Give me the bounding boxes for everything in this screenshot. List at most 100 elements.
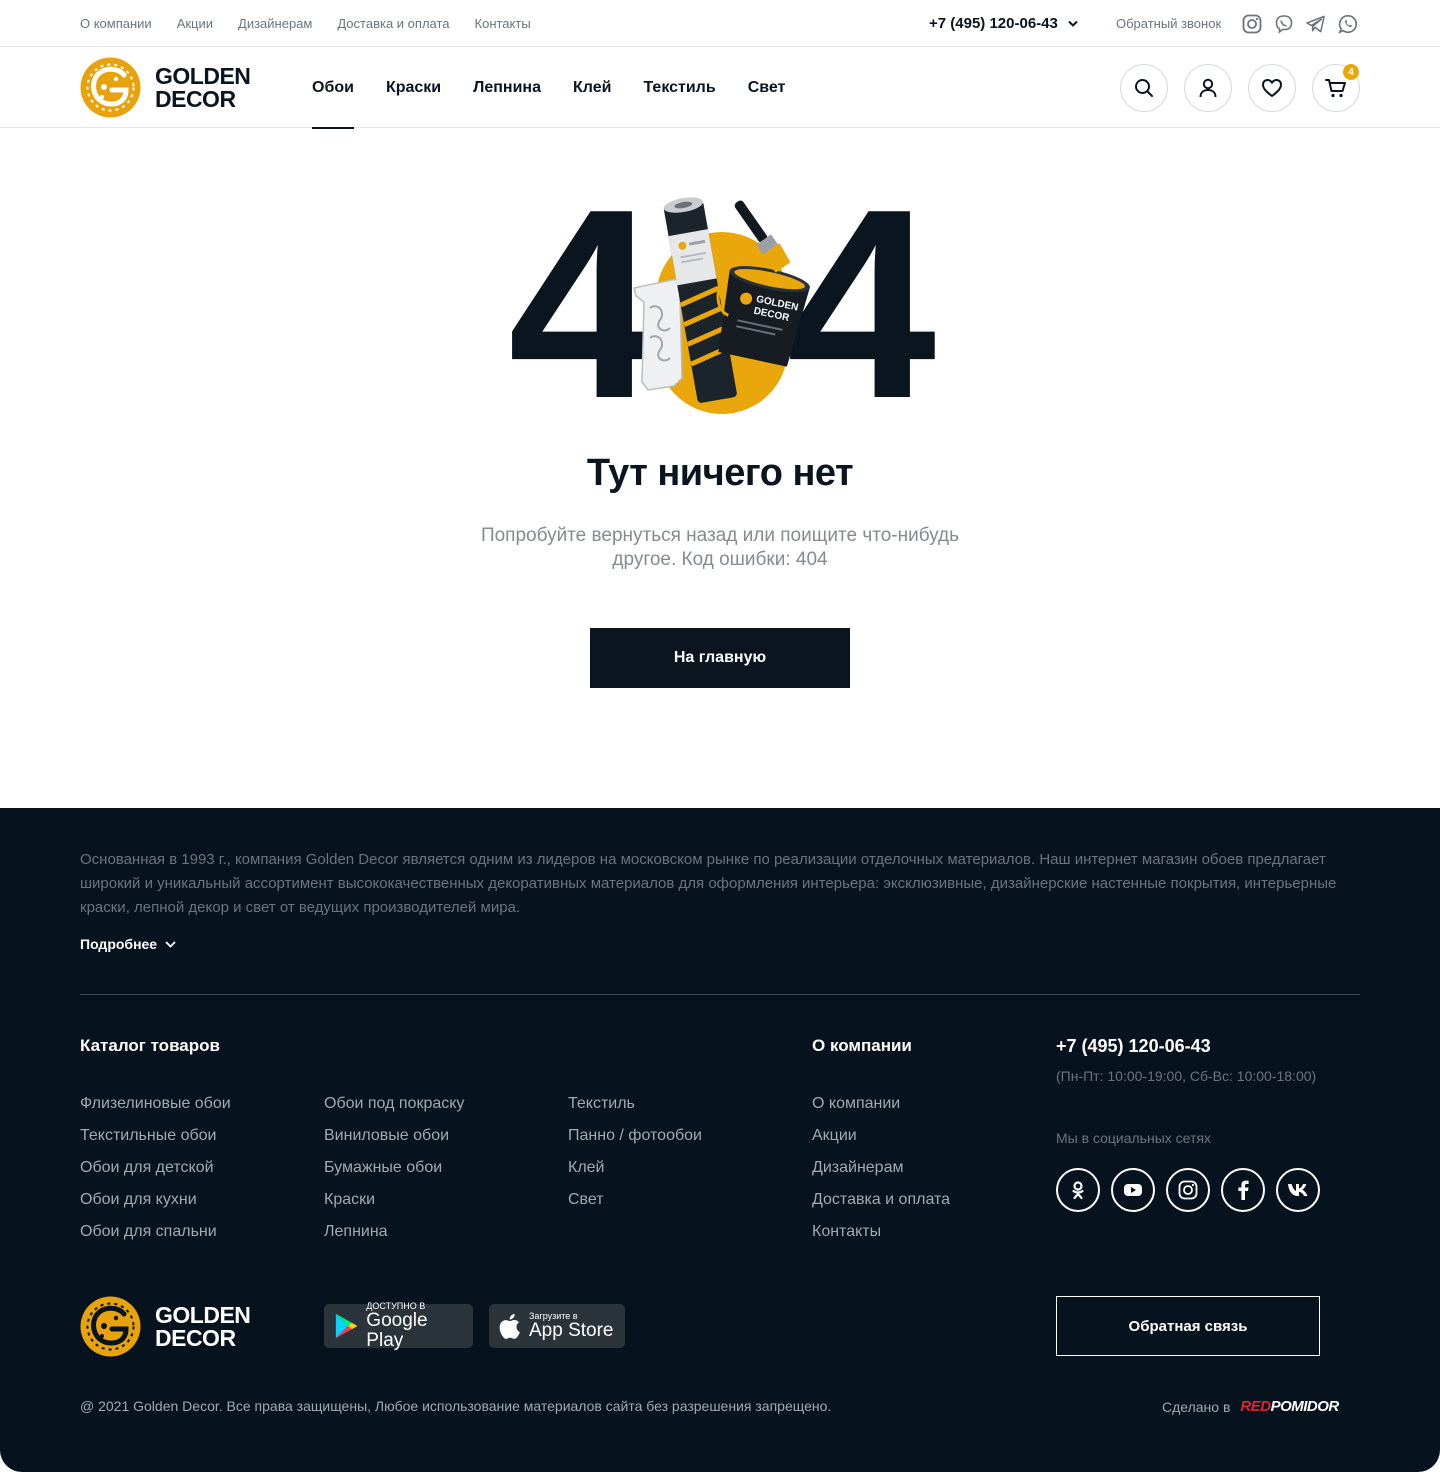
apple-icon (499, 1313, 520, 1339)
made-by-label: Сделано в (1162, 1398, 1231, 1415)
logo-text-golden: GOLDEN (155, 62, 251, 89)
nav-light[interactable]: Свет (748, 48, 786, 128)
logo-text: GOLDEN DECOR (155, 62, 251, 112)
footer-link[interactable]: Флизелиновые обои (80, 1088, 231, 1120)
top-nav: О компании Акции Дизайнерам Доставка и о… (80, 0, 556, 47)
logo-text-golden: GOLDEN (155, 1301, 251, 1328)
app-store-text: Загрузите в App Store (529, 1311, 614, 1341)
user-icon (1199, 78, 1217, 98)
footer-link[interactable]: Обои под покраску (324, 1088, 464, 1120)
footer-link[interactable]: Текстильные обои (80, 1120, 231, 1152)
footer-link[interactable]: Обои для детской (80, 1152, 231, 1184)
chevron-down-icon (165, 940, 176, 948)
nav-paints[interactable]: Краски (386, 48, 441, 128)
nav-moldings[interactable]: Лепнина (473, 48, 541, 128)
top-nav-contacts[interactable]: Контакты (475, 16, 531, 31)
red-pomidor-white: POMIDOR (1270, 1398, 1340, 1415)
company-description: Основанная в 1993 г., компания Golden De… (80, 851, 1337, 916)
callback-link[interactable]: Обратный звонок (1116, 0, 1221, 47)
footer-link[interactable]: Краски (324, 1184, 464, 1216)
top-bar: О компании Акции Дизайнерам Доставка и о… (0, 0, 1440, 47)
nav-glue[interactable]: Клей (573, 48, 611, 128)
facebook-icon[interactable] (1221, 1168, 1265, 1212)
social-label: Мы в социальных сетях (1056, 1130, 1211, 1146)
viber-icon[interactable] (1273, 13, 1294, 34)
top-nav-promos[interactable]: Акции (177, 16, 213, 31)
error-title: Тут ничего нет (586, 452, 854, 494)
cart-count-badge: 4 (1343, 64, 1359, 80)
catalog-column-2: Обои под покраску Виниловые обои Бумажны… (324, 1088, 464, 1248)
heart-icon (1262, 79, 1282, 97)
footer-link[interactable]: Свет (568, 1184, 702, 1216)
footer-divider (80, 994, 1360, 995)
header-actions: 4 (1120, 64, 1376, 112)
search-button[interactable] (1120, 64, 1168, 112)
footer-social-links (1056, 1168, 1331, 1212)
main-nav: Обои Краски Лепнина Клей Текстиль Свет (312, 48, 817, 129)
footer-link[interactable]: Клей (568, 1152, 702, 1184)
app-store-label: App Store (529, 1320, 614, 1341)
cart-icon (1325, 79, 1346, 98)
footer: Основанная в 1993 г., компания Golden De… (0, 808, 1440, 1472)
more-toggle[interactable]: Подробнее (80, 936, 176, 952)
favorites-button[interactable] (1248, 64, 1296, 112)
google-play-icon (335, 1313, 358, 1339)
error-illustration: 4 4 GOLDEN DECOR (0, 170, 1440, 440)
footer-link[interactable]: О компании (812, 1088, 950, 1120)
telegram-icon[interactable] (1305, 13, 1326, 34)
google-play-label: Google Play (366, 1310, 428, 1351)
logo-text-decor: DECOR (155, 85, 236, 112)
footer-link[interactable]: Виниловые обои (324, 1120, 464, 1152)
top-social-links (1241, 13, 1369, 34)
app-store-button[interactable]: Загрузите в App Store (489, 1304, 625, 1348)
footer-link[interactable]: Доставка и оплата (812, 1184, 950, 1216)
footer-link[interactable]: Бумажные обои (324, 1152, 464, 1184)
footer-link[interactable]: Акции (812, 1120, 950, 1152)
footer-phone[interactable]: +7 (495) 120-06-43 (1056, 1036, 1211, 1057)
footer-link[interactable]: Панно / фотообои (568, 1120, 702, 1152)
footer-link[interactable]: Дизайнерам (812, 1152, 950, 1184)
odnoklassniki-icon[interactable] (1056, 1168, 1100, 1212)
footer-link[interactable]: Обои для спальни (80, 1216, 231, 1248)
cart-button[interactable]: 4 (1312, 64, 1360, 112)
google-play-text: ДОСТУПНО В Google Play (366, 1301, 463, 1351)
made-by: Сделано в REDPOMIDOR (1162, 1398, 1339, 1415)
logo[interactable]: GOLDEN DECOR (80, 57, 251, 118)
golden-decor-logo-icon (80, 57, 141, 118)
catalog-column-3: Текстиль Панно / фотообои Клей Свет (568, 1088, 702, 1216)
chevron-down-icon (1068, 20, 1078, 27)
phone-number: +7 (495) 120-06-43 (929, 15, 1058, 32)
top-nav-delivery[interactable]: Доставка и оплата (337, 16, 449, 31)
footer-link[interactable]: Лепнина (324, 1216, 464, 1248)
company-links: О компании Акции Дизайнерам Доставка и о… (812, 1088, 950, 1248)
footer-link[interactable]: Текстиль (568, 1088, 702, 1120)
footer-link[interactable]: Контакты (812, 1216, 950, 1248)
home-button[interactable]: На главную (590, 628, 850, 688)
catalog-heading: Каталог товаров (80, 1036, 220, 1055)
logo-text-decor: DECOR (155, 1324, 236, 1351)
copyright: @ 2021 Golden Decor. Все права защищены,… (80, 1398, 832, 1414)
instagram-icon[interactable] (1241, 13, 1262, 34)
red-pomidor-red: RED (1240, 1398, 1271, 1415)
feedback-button[interactable]: Обратная связь (1056, 1296, 1320, 1356)
footer-link[interactable]: Обои для кухни (80, 1184, 231, 1216)
golden-decor-logo-icon (80, 1296, 141, 1357)
error-description: Попробуйте вернуться назад или поищите ч… (480, 525, 960, 570)
youtube-icon[interactable] (1111, 1168, 1155, 1212)
company-heading: О компании (812, 1036, 912, 1055)
footer-logo[interactable]: GOLDEN DECOR (80, 1296, 251, 1357)
account-button[interactable] (1184, 64, 1232, 112)
nav-textile[interactable]: Текстиль (643, 48, 715, 128)
phone-dropdown[interactable]: +7 (495) 120-06-43 (929, 0, 1078, 47)
nav-wallpaper[interactable]: Обои (312, 48, 354, 129)
google-play-button[interactable]: ДОСТУПНО В Google Play (324, 1301, 473, 1351)
vk-icon[interactable] (1276, 1168, 1320, 1212)
red-pomidor-logo[interactable]: REDPOMIDOR (1240, 1398, 1340, 1415)
top-nav-about[interactable]: О компании (80, 16, 152, 31)
whatsapp-icon[interactable] (1337, 13, 1358, 34)
working-hours: (Пн-Пт: 10:00-19:00, Сб-Вс: 10:00-18:00) (1056, 1068, 1317, 1084)
products-collage-image: GOLDEN DECOR (633, 197, 810, 403)
instagram-icon[interactable] (1166, 1168, 1210, 1212)
top-nav-designers[interactable]: Дизайнерам (238, 16, 312, 31)
more-label: Подробнее (80, 936, 158, 952)
